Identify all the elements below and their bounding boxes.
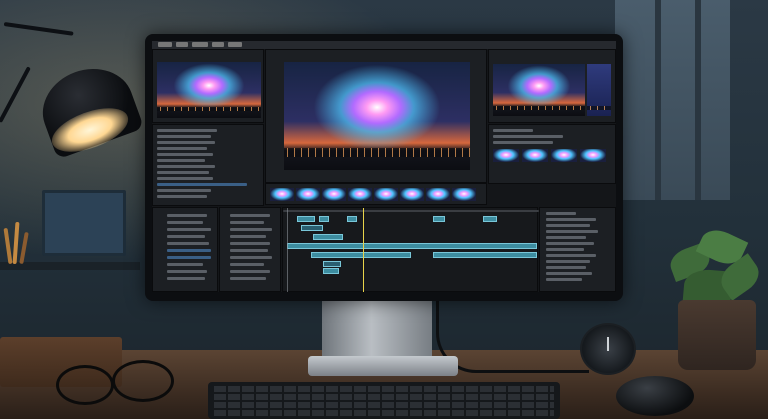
reference-video-frame — [493, 64, 585, 116]
effect-thumbnail[interactable] — [522, 149, 548, 162]
background-window — [615, 0, 730, 200]
keyboard[interactable] — [208, 382, 560, 419]
effect-thumbnail[interactable] — [580, 149, 606, 162]
effect-thumbnail[interactable] — [493, 149, 519, 162]
effects-panel[interactable] — [488, 124, 616, 184]
pencil — [19, 231, 29, 265]
timeline-clip[interactable] — [483, 216, 497, 222]
properties-panel[interactable] — [539, 207, 616, 292]
timeline-clip[interactable] — [433, 216, 445, 222]
timeline-clip[interactable] — [287, 243, 537, 249]
desk-scene — [0, 0, 768, 419]
timeline[interactable] — [282, 207, 539, 292]
lamp-arm — [0, 66, 31, 123]
timeline-clip[interactable] — [297, 216, 315, 222]
timeline-clip[interactable] — [313, 234, 343, 240]
monitor-screen — [152, 41, 616, 292]
timeline-clip[interactable] — [311, 252, 411, 258]
timeline-playhead[interactable] — [363, 208, 364, 292]
project-bin[interactable] — [152, 124, 264, 206]
program-video-frame — [284, 62, 470, 170]
editor-menu-bar[interactable] — [152, 41, 616, 49]
timeline-clip[interactable] — [301, 225, 323, 231]
source-video-frame — [157, 62, 261, 118]
timeline-clip[interactable] — [323, 261, 341, 267]
timeline-marker — [287, 208, 288, 292]
computer-mouse[interactable] — [616, 376, 694, 416]
layer-list[interactable] — [219, 207, 281, 292]
monitor-stand — [322, 300, 432, 362]
eyeglasses-lens-right — [112, 360, 174, 402]
wall-picture-frame — [42, 190, 126, 256]
computer-monitor — [145, 34, 623, 301]
eyeglasses-lens-left — [56, 365, 114, 405]
lamp-arm — [3, 22, 74, 36]
monitor-stand-base — [308, 356, 458, 376]
timeline-clip[interactable] — [347, 216, 357, 222]
timeline-clip[interactable] — [433, 252, 537, 258]
reference-monitor[interactable] — [488, 49, 616, 123]
timeline-clip[interactable] — [323, 268, 339, 274]
pencil — [12, 221, 20, 265]
timeline-clip[interactable] — [319, 216, 329, 222]
effect-thumbnail[interactable] — [551, 149, 577, 162]
reference-side-frame — [587, 64, 611, 116]
track-headers[interactable] — [152, 207, 218, 292]
program-monitor[interactable] — [265, 49, 487, 183]
thumbnail-strip[interactable] — [265, 183, 487, 205]
plant-pot — [678, 300, 756, 370]
cable — [436, 300, 589, 373]
pencil — [3, 227, 13, 265]
source-monitor[interactable] — [152, 49, 264, 123]
